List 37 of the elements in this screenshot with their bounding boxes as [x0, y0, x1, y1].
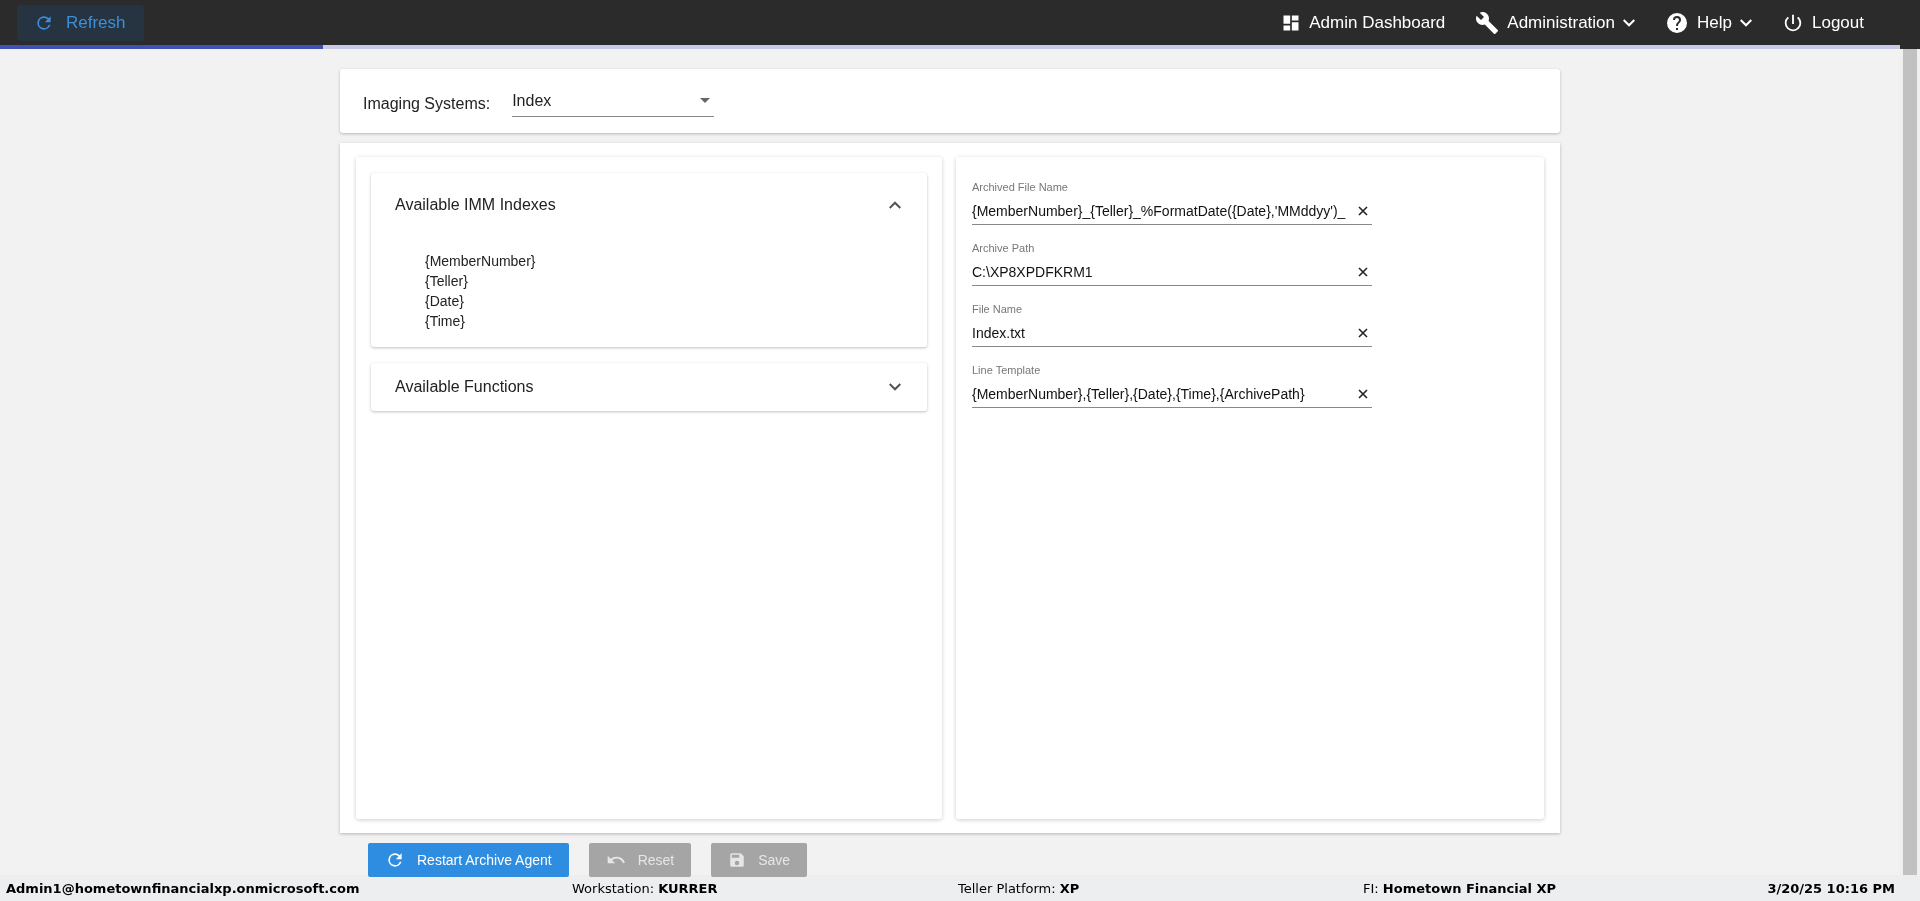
- text-field[interactable]: Index.txt: [972, 321, 1354, 345]
- chevron-down-icon: [889, 383, 901, 391]
- accordion-header[interactable]: Available IMM Indexes: [371, 173, 927, 237]
- chevron-up-icon: [889, 201, 901, 209]
- wrench-icon: [1475, 10, 1500, 35]
- status-text: Admin1@hometownfinancialxp.onmicrosoft.com: [6, 880, 360, 896]
- floppy-icon: [728, 851, 747, 869]
- imaging-systems-dropdown[interactable]: Index: [512, 85, 715, 117]
- action-button[interactable]: Restart Archive Agent: [368, 843, 569, 877]
- status-text: Teller Platform: XP: [958, 880, 1080, 896]
- chevron-down-icon: [1623, 18, 1636, 27]
- status-text: 3/20/25 10:16 PM: [1767, 880, 1895, 896]
- field-label: Archive Path: [972, 242, 1036, 254]
- nav-link[interactable]: Logout: [1782, 11, 1864, 34]
- status-text: Workstation: KURRER: [572, 880, 718, 896]
- index-item: {Date}: [425, 292, 464, 311]
- field-label: Imaging Systems:: [363, 95, 491, 113]
- accordion-header[interactable]: Available Functions: [371, 363, 927, 411]
- refresh-icon: [385, 850, 405, 870]
- text-field[interactable]: {MemberNumber},{Teller},{Date},{Time},{ArchivePath}: [972, 382, 1354, 406]
- dropdown-arrow-icon: [700, 98, 711, 103]
- chevron-down-icon: [1740, 18, 1752, 27]
- field-label: File Name: [972, 303, 1024, 315]
- index-item: {MemberNumber}: [425, 252, 536, 271]
- status-text: FI: Hometown Financial XP: [1363, 880, 1557, 896]
- field-label: Archived File Name: [972, 181, 1069, 193]
- help-icon: [1665, 10, 1690, 35]
- text-field[interactable]: {MemberNumber}_{Teller}_%FormatDate({Date},'MMddyy')_: [972, 199, 1354, 223]
- index-item: {Time}: [425, 312, 465, 331]
- index-item: {Teller}: [425, 272, 468, 291]
- nav-link[interactable]: Admin Dashboard: [1281, 12, 1446, 33]
- refresh-button[interactable]: Refresh: [17, 4, 144, 41]
- nav-menu[interactable]: Administration: [1475, 10, 1636, 35]
- scrollbar[interactable]: [1900, 49, 1920, 875]
- nav-menu[interactable]: Help: [1665, 10, 1752, 35]
- text-field[interactable]: C:\XP8XPDFKRM1: [972, 260, 1354, 284]
- field-label: Line Template: [972, 364, 1042, 376]
